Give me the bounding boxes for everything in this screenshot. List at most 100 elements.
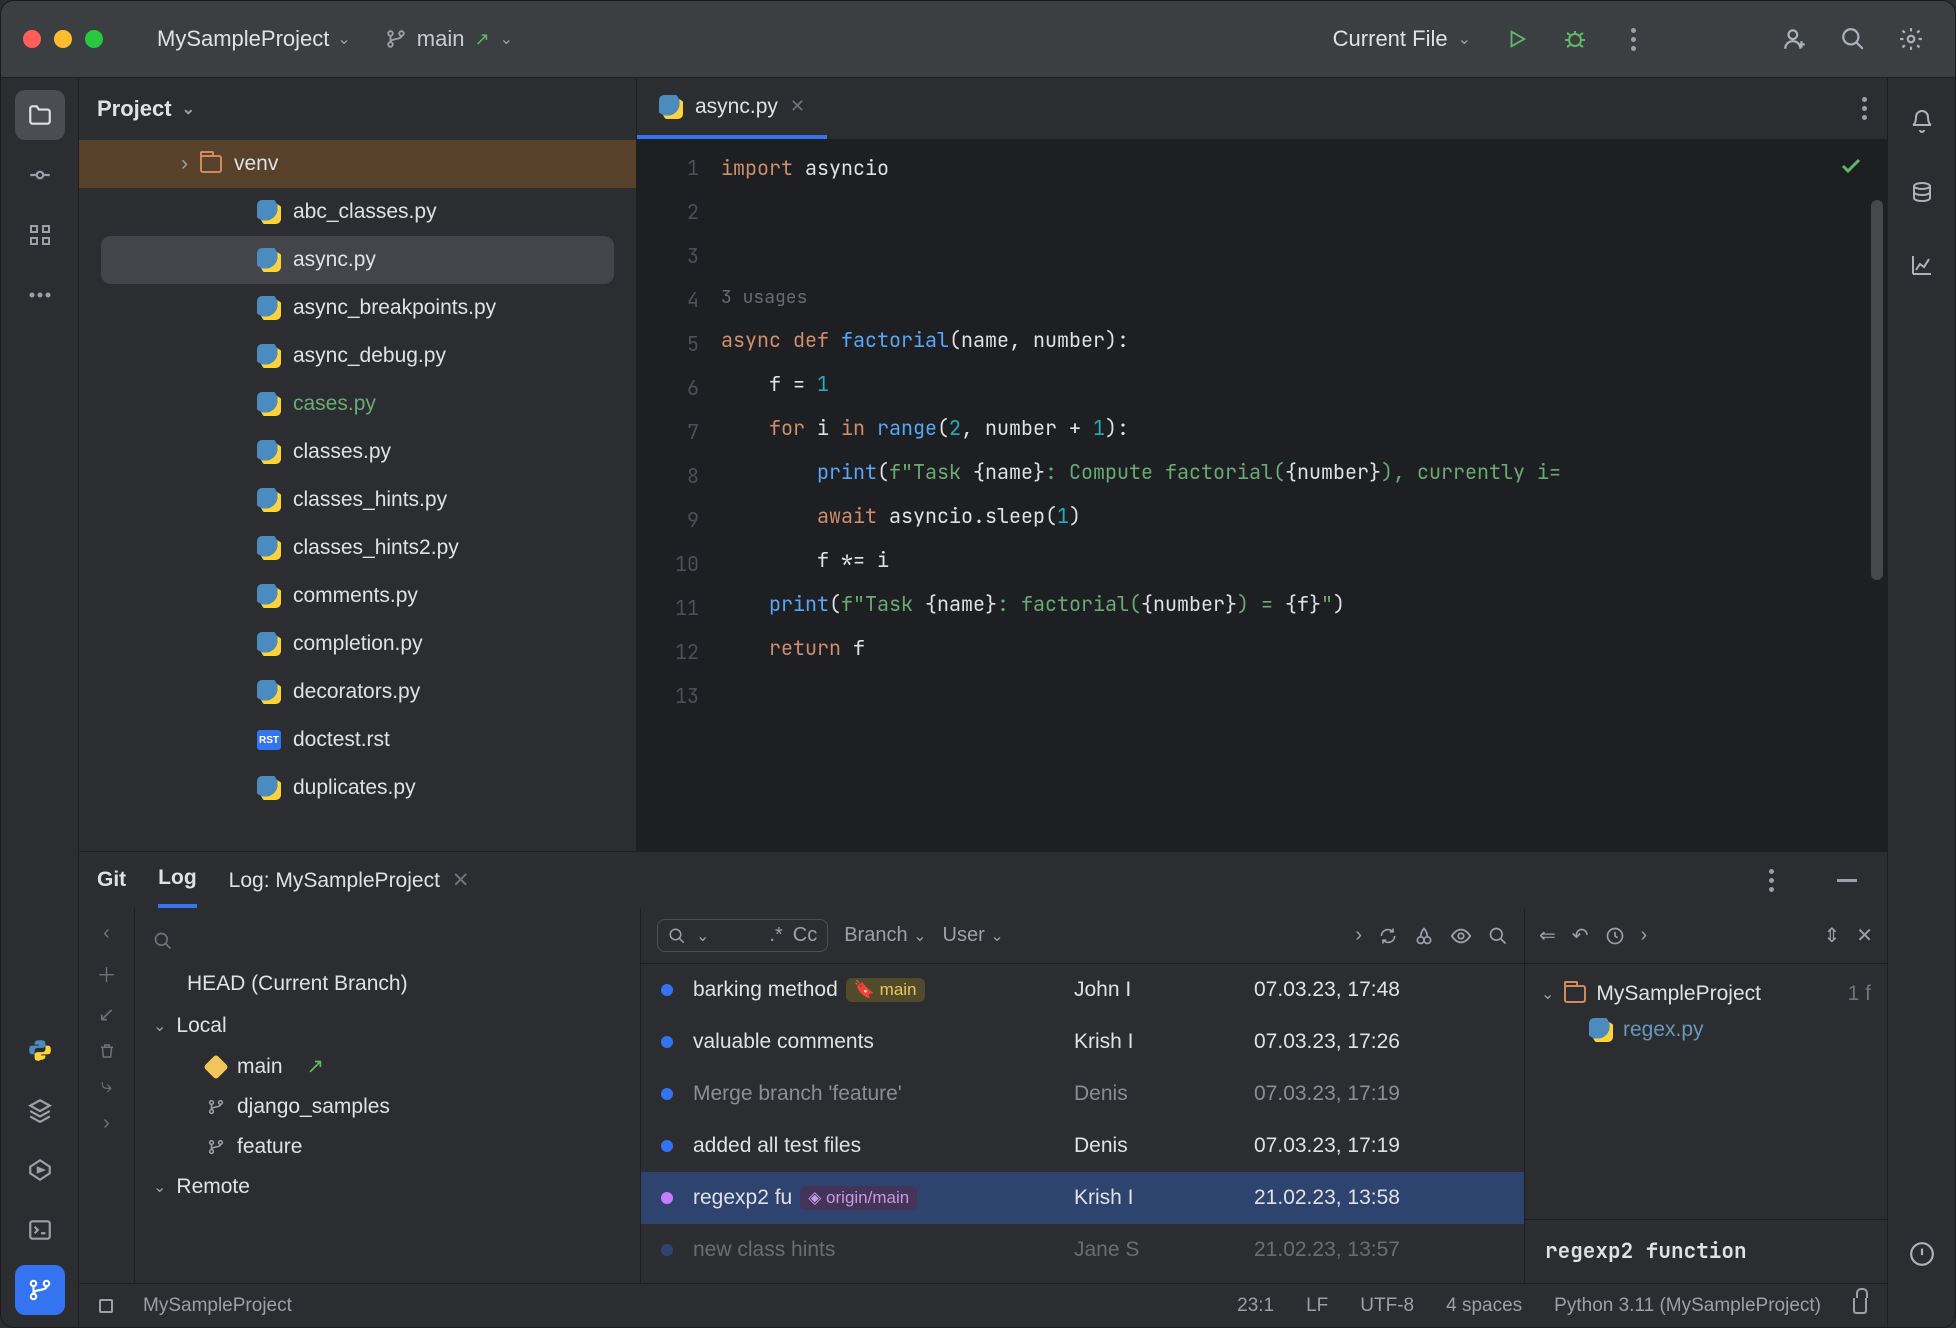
regex-toggle[interactable]: .* — [769, 924, 782, 947]
remote-group[interactable]: ⌄Remote — [147, 1167, 628, 1207]
python-console-button[interactable] — [15, 1025, 65, 1075]
project-file-item[interactable]: cases.py — [79, 380, 636, 428]
editor-body[interactable]: 12345678910111213 import asyncio 3 usage… — [637, 140, 1887, 851]
changed-file-item[interactable]: regex.py — [1541, 1012, 1871, 1048]
terminal-button[interactable] — [15, 1205, 65, 1255]
folder-venv[interactable]: › venv — [79, 140, 636, 188]
commit-row[interactable]: valuable commentsKrish I07.03.23, 17:26 — [641, 1016, 1524, 1068]
project-tool-header[interactable]: Project ⌄ — [79, 78, 636, 140]
commit-row[interactable]: Merge branch 'feature'Denis07.03.23, 17:… — [641, 1068, 1524, 1120]
editor-code[interactable]: import asyncio 3 usagesasync def factori… — [715, 140, 1887, 851]
file-encoding[interactable]: UTF-8 — [1360, 1295, 1414, 1317]
readonly-toggle[interactable] — [1853, 1298, 1867, 1314]
branch-filter[interactable]: Branch ⌄ — [844, 924, 926, 947]
user-filter[interactable]: User ⌄ — [943, 924, 1004, 947]
intellisort-button[interactable] — [1450, 925, 1472, 947]
more-run-button[interactable] — [1611, 17, 1655, 61]
editor-tab-async[interactable]: async.py ✕ — [637, 79, 827, 139]
project-file-item[interactable]: async_debug.py — [79, 332, 636, 380]
prev-diff-button[interactable]: ‹ — [103, 922, 110, 945]
git-tab-git[interactable]: Git — [97, 854, 126, 906]
collapse-button[interactable]: ⇐ — [1539, 923, 1556, 948]
compare-button[interactable]: ⤷ — [101, 1075, 112, 1098]
head-label[interactable]: HEAD (Current Branch) — [147, 962, 628, 1006]
run-button[interactable] — [1495, 17, 1539, 61]
project-file-item[interactable]: comments.py — [79, 572, 636, 620]
next-button[interactable]: › — [1641, 924, 1648, 947]
project-file-item[interactable]: async_breakpoints.py — [79, 284, 636, 332]
line-separator[interactable]: LF — [1306, 1295, 1328, 1317]
project-tree[interactable]: › venv abc_classes.pyasync.pyasync_break… — [79, 140, 636, 851]
project-file-item[interactable]: duplicates.py — [79, 764, 636, 812]
usages-hint[interactable]: 3 usages — [721, 278, 1887, 318]
debug-button[interactable] — [1553, 17, 1597, 61]
editor-tab-more[interactable] — [1842, 97, 1887, 120]
project-file-item[interactable]: classes_hints.py — [79, 476, 636, 524]
commit-row[interactable]: new class hintsJane S21.02.23, 13:57 — [641, 1224, 1524, 1276]
settings-button[interactable] — [1889, 17, 1933, 61]
delete-branch-button[interactable] — [98, 1041, 116, 1061]
minimize-window[interactable] — [54, 30, 72, 48]
expand-button[interactable]: ⇕ — [1823, 923, 1840, 948]
revert-button[interactable]: ↶ — [1572, 923, 1589, 948]
go-to-button[interactable]: › — [1355, 924, 1362, 947]
commit-row[interactable]: added all test filesDenis07.03.23, 17:19 — [641, 1120, 1524, 1172]
vcs-branch-dropdown[interactable]: main ↗ ⌄ — [375, 20, 523, 58]
project-file-item[interactable]: decorators.py — [79, 668, 636, 716]
new-branch-button[interactable]: ＋ — [97, 959, 117, 988]
history-button[interactable] — [1605, 926, 1625, 946]
close-window[interactable] — [23, 30, 41, 48]
caret-position[interactable]: 23:1 — [1237, 1295, 1274, 1317]
cherry-pick-button[interactable] — [1414, 926, 1434, 946]
commit-tool-button[interactable] — [15, 150, 65, 200]
services-button[interactable] — [15, 1145, 65, 1195]
git-branches-tree[interactable]: HEAD (Current Branch) ⌄Local main↗django… — [135, 908, 640, 1283]
project-file-item[interactable]: RSTdoctest.rst — [79, 716, 636, 764]
commit-row[interactable]: barking method🔖 mainJohn I07.03.23, 17:4… — [641, 964, 1524, 1016]
refresh-button[interactable] — [1378, 926, 1398, 946]
close-icon[interactable]: ✕ — [452, 869, 470, 892]
find-button[interactable] — [1488, 926, 1508, 946]
branches-search[interactable] — [147, 920, 628, 962]
run-config-dropdown[interactable]: Current File ⌄ — [1323, 20, 1481, 58]
git-more-button[interactable] — [1749, 858, 1793, 902]
no-problems-icon[interactable] — [1839, 154, 1863, 178]
project-dropdown[interactable]: MySampleProject ⌄ — [147, 20, 361, 58]
notifications-button[interactable] — [1897, 96, 1947, 146]
status-project[interactable]: MySampleProject — [143, 1295, 292, 1317]
branch-item[interactable]: django_samples — [147, 1087, 628, 1127]
changed-project-node[interactable]: ⌄ MySampleProject 1 f — [1541, 976, 1871, 1012]
git-tab-log-project[interactable]: Log: MySampleProject✕ — [229, 854, 470, 907]
zoom-window[interactable] — [85, 30, 103, 48]
database-button[interactable] — [1897, 168, 1947, 218]
changed-files-tree[interactable]: ⌄ MySampleProject 1 f regex.py — [1525, 964, 1887, 1219]
python-packages-button[interactable] — [15, 1085, 65, 1135]
next-diff-button[interactable]: › — [103, 1112, 110, 1135]
more-tools-button[interactable] — [15, 270, 65, 320]
problems-button[interactable] — [1897, 1229, 1947, 1279]
sciview-button[interactable] — [1897, 240, 1947, 290]
commit-row[interactable]: regexp2 fu◈ origin/mainKrish I21.02.23, … — [641, 1172, 1524, 1224]
project-file-item[interactable]: completion.py — [79, 620, 636, 668]
git-commit-list[interactable]: barking method🔖 mainJohn I07.03.23, 17:4… — [641, 964, 1524, 1283]
close-icon[interactable]: ✕ — [790, 96, 805, 117]
project-file-item[interactable]: abc_classes.py — [79, 188, 636, 236]
structure-tool-button[interactable] — [15, 210, 65, 260]
project-file-item[interactable]: async.py — [101, 236, 614, 284]
git-hide-button[interactable] — [1825, 858, 1869, 902]
branch-item[interactable]: main↗ — [147, 1046, 628, 1087]
editor-scrollbar[interactable] — [1871, 200, 1883, 580]
log-search[interactable]: ⌄ .* Cc — [657, 919, 828, 952]
project-file-item[interactable]: classes_hints2.py — [79, 524, 636, 572]
local-group[interactable]: ⌄Local — [147, 1006, 628, 1046]
version-control-button[interactable] — [15, 1265, 65, 1315]
interpreter-info[interactable]: Python 3.11 (MySampleProject) — [1554, 1295, 1821, 1317]
file-close-button[interactable]: ✕ — [1856, 923, 1873, 948]
match-case-toggle[interactable]: Cc — [793, 924, 817, 947]
code-with-me-button[interactable] — [1773, 17, 1817, 61]
git-tab-log[interactable]: Log — [158, 852, 196, 908]
indent-info[interactable]: 4 spaces — [1446, 1295, 1522, 1317]
tool-windows-toggle[interactable] — [99, 1299, 113, 1313]
branch-item[interactable]: feature — [147, 1127, 628, 1167]
checkout-button[interactable]: ↙ — [98, 1002, 115, 1027]
